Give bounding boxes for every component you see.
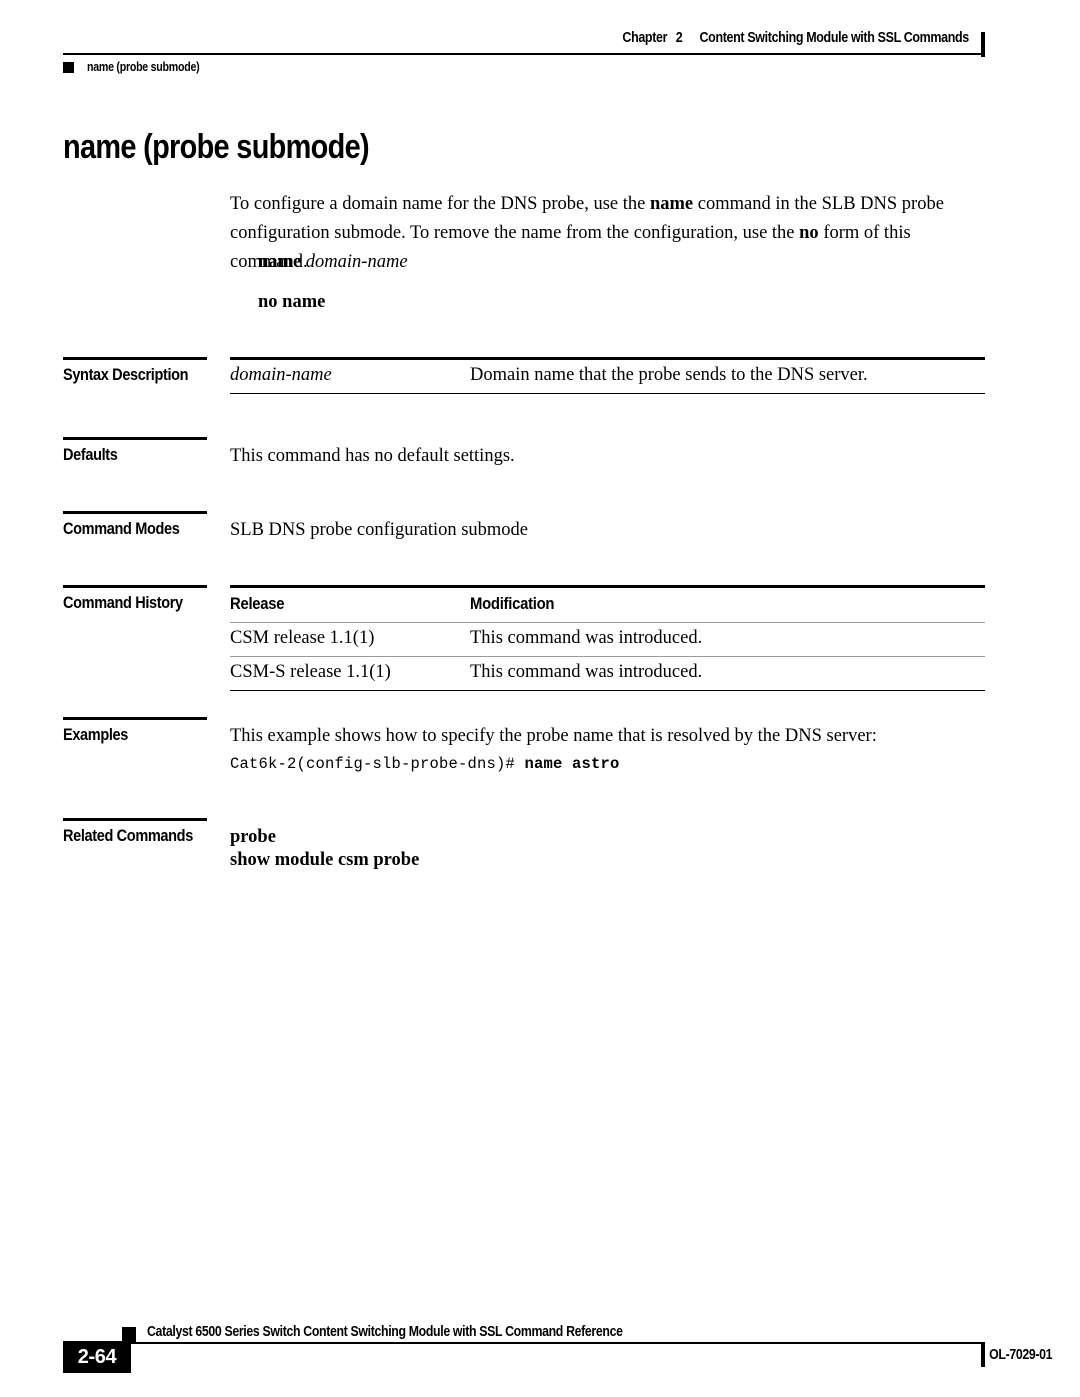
syntax-description-table: domain-name Domain name that the probe s…	[230, 357, 985, 394]
command-history-label-rule	[63, 585, 207, 588]
related-commands-label-rule	[63, 818, 207, 821]
footer-rule	[80, 1342, 985, 1344]
command-history-table: Release Modification CSM release 1.1(1) …	[230, 585, 985, 691]
modification-value: This command was introduced.	[470, 661, 703, 682]
release-value: CSM-S release 1.1(1)	[230, 661, 391, 682]
command-modes-label-rule	[63, 511, 207, 514]
intro-bold-no: no	[799, 223, 819, 243]
syntax-description-label-rule	[63, 357, 207, 360]
syntax-command-keyword: name	[258, 252, 302, 272]
defaults-text: This command has no default settings.	[230, 446, 515, 466]
release-value: CSM release 1.1(1)	[230, 627, 375, 648]
header-command-marker: name (probe submode)	[63, 56, 219, 78]
header-chapter-label: Chapter	[622, 30, 668, 46]
intro-bold-name: name	[649, 194, 694, 214]
column-header-release: Release	[230, 594, 285, 613]
header-chapter-title: Content Switching Module with SSL Comman…	[699, 30, 970, 46]
footer-document-title: Catalyst 6500 Series Switch Content Swit…	[147, 1324, 623, 1340]
section-label-defaults: Defaults	[63, 446, 118, 464]
cli-example: Cat6k-2(config-slb-probe-dns)# name astr…	[230, 755, 620, 773]
column-header-modification: Modification	[470, 594, 555, 613]
page-footer: 2-64 Catalyst 6500 Series Switch Content…	[0, 1310, 1080, 1380]
section-label-syntax-description: Syntax Description	[63, 366, 189, 384]
square-bullet-icon	[122, 1327, 136, 1342]
table-bottom-rule	[230, 392, 985, 394]
syntax-term-description: Domain name that the probe sends to the …	[470, 364, 868, 385]
header-chapter-info: Chapter 2 Content Switching Module with SS…	[622, 30, 970, 46]
table-header-row: Release Modification	[230, 588, 985, 622]
examples-label-rule	[63, 717, 207, 720]
page-number-badge: 2-64	[63, 1341, 131, 1373]
table-bottom-rule	[230, 689, 985, 691]
header-chapter-number: 2	[675, 30, 683, 46]
footer-document-id: OL-7029-01	[988, 1347, 1052, 1363]
related-command-item[interactable]: show module csm probe	[230, 849, 419, 871]
section-label-examples: Examples	[63, 726, 128, 744]
intro-part-1: To configure a domain name for the DNS p…	[230, 194, 650, 214]
defaults-label-rule	[63, 437, 207, 440]
syntax-term: domain-name	[230, 364, 332, 385]
section-label-related-commands: Related Commands	[63, 827, 193, 845]
table-row: CSM release 1.1(1) This command was intr…	[230, 623, 985, 656]
command-modes-text: SLB DNS probe configuration submode	[230, 520, 529, 540]
table-row: domain-name Domain name that the probe s…	[230, 360, 985, 393]
page-title: name (probe submode)	[63, 128, 370, 166]
cli-command: name astro	[524, 755, 620, 773]
related-command-item[interactable]: probe	[230, 826, 419, 848]
header-rule	[63, 53, 985, 55]
section-label-command-history: Command History	[63, 594, 183, 612]
table-row: CSM-S release 1.1(1) This command was in…	[230, 657, 985, 690]
cli-prompt: Cat6k-2(config-slb-probe-dns)#	[230, 755, 525, 773]
syntax-no-form-line: no name	[258, 292, 326, 312]
running-header: Chapter 2 Content Switching Module with SS…	[63, 30, 985, 74]
syntax-command-argument: domain-name	[305, 252, 408, 272]
related-commands-list: probe show module csm probe	[230, 826, 419, 872]
square-bullet-icon	[63, 61, 74, 73]
header-running-command: name (probe submode)	[87, 60, 200, 74]
document-page: Chapter 2 Content Switching Module with SS…	[0, 0, 1080, 1397]
modification-value: This command was introduced.	[470, 627, 703, 648]
section-label-command-modes: Command Modes	[63, 520, 180, 538]
syntax-command-line: name domain-name	[258, 252, 408, 273]
footer-end-bar	[981, 1342, 985, 1367]
examples-text: This example shows how to specify the pr…	[230, 726, 877, 746]
